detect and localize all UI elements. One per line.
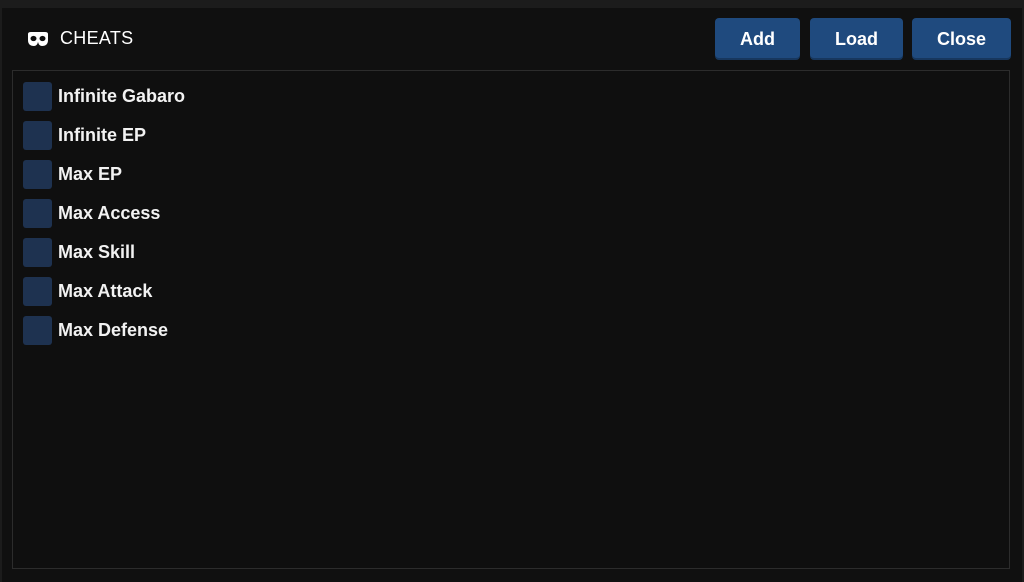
- cheat-label: Infinite EP: [58, 124, 147, 145]
- cheat-checkbox[interactable]: [23, 315, 52, 345]
- add-button[interactable]: Add: [715, 18, 800, 60]
- cheat-label: Max Attack: [58, 280, 153, 301]
- cheats-list: Infinite Gabaro Infinite EP Max EP Max A…: [12, 70, 1010, 569]
- cheats-window: CHEATS Add Load Close Infinite Gabaro In…: [0, 0, 1024, 582]
- page-title: CHEATS: [60, 28, 134, 48]
- title-group: CHEATS: [26, 28, 133, 49]
- list-item[interactable]: Max Access: [23, 197, 160, 229]
- cheat-checkbox[interactable]: [23, 237, 52, 267]
- list-item[interactable]: Max Defense: [23, 314, 168, 346]
- cheat-label: Infinite Gabaro: [58, 85, 186, 106]
- list-item[interactable]: Infinite Gabaro: [23, 80, 185, 112]
- cheat-label: Max EP: [58, 163, 123, 184]
- close-button[interactable]: Close: [912, 18, 1011, 60]
- cheat-label: Max Skill: [58, 241, 136, 262]
- cheat-label: Max Access: [58, 202, 161, 223]
- cheat-checkbox[interactable]: [23, 81, 52, 111]
- list-item[interactable]: Max EP: [23, 158, 122, 190]
- mask-icon: [28, 31, 48, 46]
- list-item[interactable]: Max Skill: [23, 236, 135, 268]
- cheat-checkbox[interactable]: [23, 120, 52, 150]
- cheat-checkbox[interactable]: [23, 276, 52, 306]
- cheat-checkbox[interactable]: [23, 159, 52, 189]
- cheat-checkbox[interactable]: [23, 198, 52, 228]
- cheat-label: Max Defense: [58, 319, 169, 340]
- header-bar: CHEATS Add Load Close: [2, 8, 1022, 70]
- load-button[interactable]: Load: [810, 18, 903, 60]
- list-item[interactable]: Max Attack: [23, 275, 152, 307]
- list-item[interactable]: Infinite EP: [23, 119, 146, 151]
